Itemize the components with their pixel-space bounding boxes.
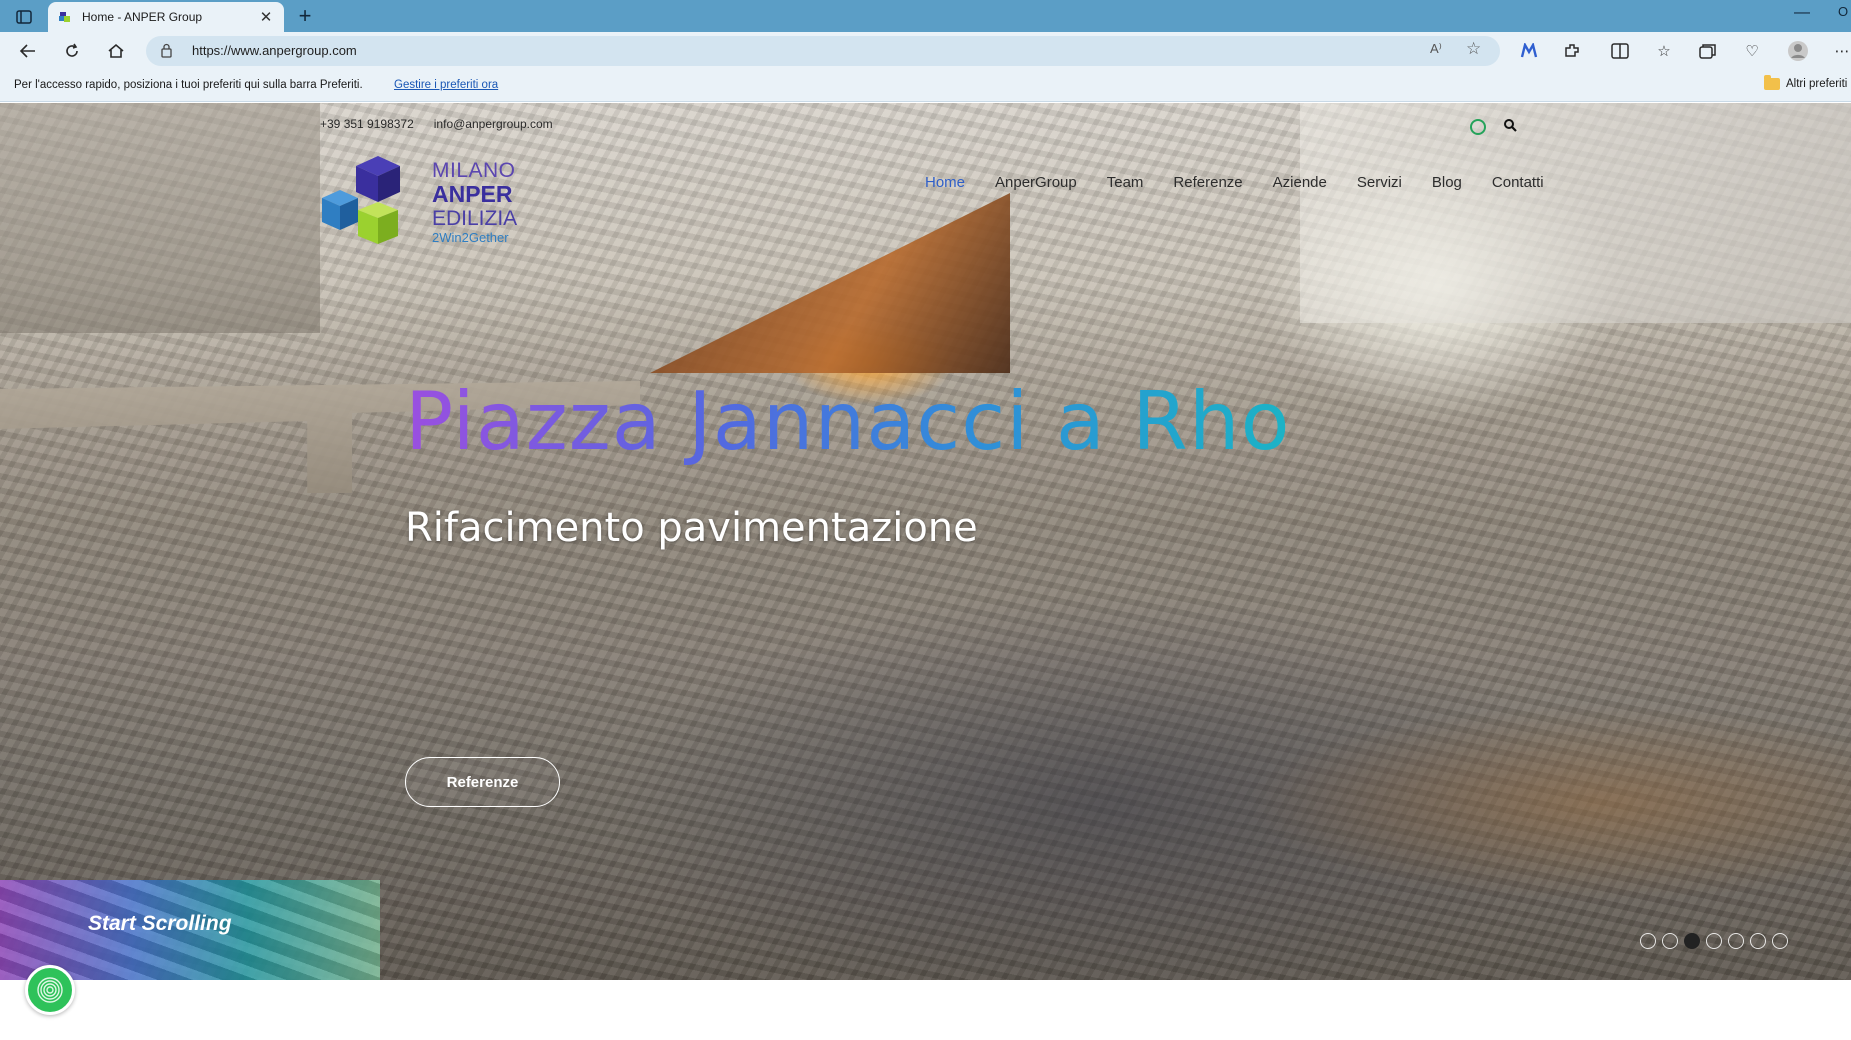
slider-dot[interactable] <box>1706 933 1722 949</box>
nav-item-contatti[interactable]: Contatti <box>1477 174 1559 191</box>
hero-building-right <box>1300 103 1851 323</box>
reload-icon[interactable] <box>60 40 84 62</box>
slider-dot[interactable] <box>1750 933 1766 949</box>
slider-dot[interactable] <box>1662 933 1678 949</box>
hero-subheadline: Rifacimento pavimentazione <box>405 505 978 551</box>
browser-tab-active[interactable]: Home - ANPER Group ✕ <box>48 2 284 32</box>
manage-favorites-link[interactable]: Gestire i preferiti ora <box>394 79 498 91</box>
hero-headline: Piazza Jannacci a Rho <box>405 375 1291 468</box>
slider-dot[interactable] <box>1640 933 1656 949</box>
nav-item-home[interactable]: Home <box>910 174 980 191</box>
referenze-button[interactable]: Referenze <box>405 757 560 807</box>
slider-pagination <box>1640 933 1788 949</box>
favorites-icon[interactable]: ☆ <box>1652 40 1676 62</box>
browser-tab-bar: Home - ANPER Group ✕ + — O <box>0 0 1851 32</box>
slider-dot[interactable] <box>1684 933 1700 949</box>
performance-heart-icon[interactable]: ♡ <box>1740 40 1764 62</box>
logo-tagline: 2Win2Gether <box>432 230 509 245</box>
site-logo-text[interactable]: MILANO ANPER EDILIZIA 2Win2Gether <box>432 160 517 244</box>
logo-line-edilizia: EDILIZIA <box>432 207 518 230</box>
copilot-m-icon[interactable] <box>1517 40 1541 62</box>
url-text[interactable]: https://www.anpergroup.com <box>192 43 357 58</box>
logo-line-anper: ANPER <box>432 181 513 207</box>
extensions-icon[interactable] <box>1560 40 1584 62</box>
nav-item-servizi[interactable]: Servizi <box>1342 174 1417 191</box>
split-screen-icon[interactable] <box>1608 40 1632 62</box>
contact-email[interactable]: info@anpergroup.com <box>434 117 553 131</box>
collections-icon[interactable] <box>1696 40 1720 62</box>
window-cropped-button[interactable]: O <box>1838 4 1848 19</box>
fingerprint-icon <box>37 977 63 1003</box>
logo-line-milano: MILANO <box>432 159 516 182</box>
tab-close-icon[interactable]: ✕ <box>258 8 274 26</box>
read-aloud-icon[interactable]: A⁾ <box>1430 41 1442 57</box>
tab-title: Home - ANPER Group <box>82 10 203 24</box>
url-field[interactable]: https://www.anpergroup.com A⁾ ☆ <box>146 36 1500 66</box>
more-menu-icon[interactable]: ⋯ <box>1830 40 1851 62</box>
whatsapp-icon[interactable] <box>1470 119 1486 135</box>
slider-dot[interactable] <box>1772 933 1788 949</box>
favorites-bar-message: Per l'accesso rapido, posiziona i tuoi p… <box>14 79 363 91</box>
favorite-star-icon[interactable]: ☆ <box>1466 39 1481 59</box>
home-icon[interactable] <box>104 40 128 62</box>
site-favicon-icon <box>59 12 70 22</box>
contact-phone[interactable]: +39 351 9198372 <box>320 117 414 131</box>
site-contact-bar: +39 351 9198372 info@anpergroup.com <box>320 117 553 131</box>
back-arrow-icon[interactable] <box>16 40 40 62</box>
nav-item-referenze[interactable]: Referenze <box>1158 174 1257 191</box>
other-favorites-label: Altri preferiti <box>1786 78 1848 90</box>
window-minimize-button[interactable]: — <box>1794 4 1810 22</box>
search-icon[interactable] <box>1503 118 1517 132</box>
profile-avatar-icon[interactable] <box>1786 40 1810 62</box>
nav-item-blog[interactable]: Blog <box>1417 174 1477 191</box>
nav-item-anpergroup[interactable]: AnperGroup <box>980 174 1092 191</box>
new-tab-button[interactable]: + <box>292 3 318 29</box>
start-scrolling-label: Start Scrolling <box>88 912 232 935</box>
hero-building-left <box>0 103 320 333</box>
main-navigation: Home AnperGroup Team Referenze Aziende S… <box>910 174 1559 191</box>
nav-item-team[interactable]: Team <box>1092 174 1159 191</box>
address-bar-row: https://www.anpergroup.com A⁾ ☆ ☆ ♡ ⋯ <box>0 32 1851 70</box>
lock-icon[interactable] <box>160 43 173 58</box>
cookie-settings-button[interactable] <box>25 965 75 1015</box>
hero-illuminated-wedge <box>650 193 1010 373</box>
other-favorites-button[interactable]: Altri preferiti <box>1764 75 1848 90</box>
tab-actions-icon[interactable] <box>10 6 38 28</box>
nav-item-aziende[interactable]: Aziende <box>1258 174 1342 191</box>
slider-dot[interactable] <box>1728 933 1744 949</box>
folder-icon <box>1764 75 1780 90</box>
favorites-bar: Per l'accesso rapido, posiziona i tuoi p… <box>0 70 1851 102</box>
